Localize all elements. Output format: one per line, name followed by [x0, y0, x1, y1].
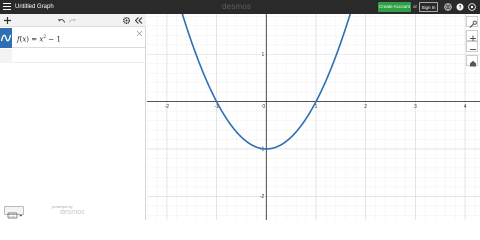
default-view-button[interactable] [466, 55, 478, 67]
grid-minor [147, 14, 480, 220]
minus-icon [470, 49, 476, 50]
y-tick-label: 1 [262, 52, 265, 58]
help-icon[interactable]: ? [456, 3, 464, 11]
language-icon[interactable] [444, 3, 452, 11]
y-tick-labels: 1-1-2 [260, 52, 265, 200]
powered-by-logo: desmos [60, 209, 85, 216]
expression-toolbar [0, 14, 146, 27]
top-bar: Untitled Graph desmos Create Account or … [0, 0, 480, 14]
expression-row[interactable]: f(x) = x2 − 1 [0, 28, 146, 48]
share-icon[interactable] [468, 3, 476, 11]
keyboard-icon [7, 212, 23, 219]
sign-in-button[interactable]: Sign In [419, 2, 438, 12]
desmos-logo: desmos [222, 2, 252, 11]
undo-icon[interactable] [57, 16, 66, 25]
empty-expression-row[interactable] [0, 49, 146, 63]
x-tick-label: -2 [165, 104, 170, 110]
svg-text:?: ? [458, 5, 461, 11]
redo-icon[interactable] [68, 16, 77, 25]
expression-color-tab[interactable] [0, 28, 12, 48]
graph-canvas[interactable]: -2 -1 0 1 2 3 4 1-1-2 [147, 14, 480, 220]
settings-icon[interactable] [122, 16, 131, 25]
x-tick-label: 2 [364, 104, 367, 110]
x-tick-label: 3 [414, 104, 417, 110]
x-tick-label: 0 [262, 104, 265, 110]
x-tick-labels: -2 -1 0 1 2 3 4 [165, 104, 467, 110]
delete-expression-icon[interactable] [136, 30, 143, 37]
x-tick-label: 4 [464, 104, 467, 110]
menu-icon[interactable] [3, 3, 11, 11]
curve-style-icon[interactable] [0, 28, 12, 48]
create-account-button[interactable]: Create Account [378, 2, 411, 12]
home-icon [470, 60, 476, 67]
wrench-icon [469, 20, 477, 28]
collapse-panel-icon[interactable] [134, 16, 143, 25]
or-label: or [413, 4, 418, 9]
expression-panel: f(x) = x2 − 1 powered by desmos [0, 14, 146, 220]
function-tail: − 1 [46, 35, 61, 44]
zoom-in-button[interactable] [466, 30, 478, 42]
graph-title[interactable]: Untitled Graph [15, 2, 54, 12]
graph-settings-button[interactable] [466, 16, 478, 28]
add-item-icon[interactable] [3, 16, 12, 25]
zoom-out-button[interactable] [466, 41, 478, 52]
keyboard-toggle-button[interactable] [4, 206, 24, 219]
y-tick-label: -2 [260, 194, 265, 200]
empty-expression-tab [0, 49, 12, 63]
expression-formula[interactable]: f(x) = x2 − 1 [17, 32, 61, 45]
